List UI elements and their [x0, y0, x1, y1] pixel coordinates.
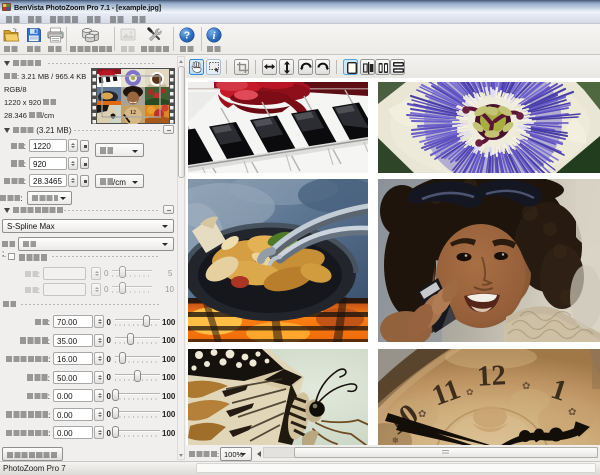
- svg-text:✿: ✿: [418, 409, 426, 420]
- svg-text:12: 12: [476, 359, 507, 392]
- svg-text:12: 12: [130, 110, 136, 116]
- svg-text:✿: ✿: [522, 381, 530, 392]
- svg-text:✽: ✽: [392, 436, 399, 445]
- svg-text:✿: ✿: [568, 407, 576, 418]
- svg-text:✿: ✿: [466, 387, 474, 397]
- svg-text:?: ?: [184, 30, 190, 42]
